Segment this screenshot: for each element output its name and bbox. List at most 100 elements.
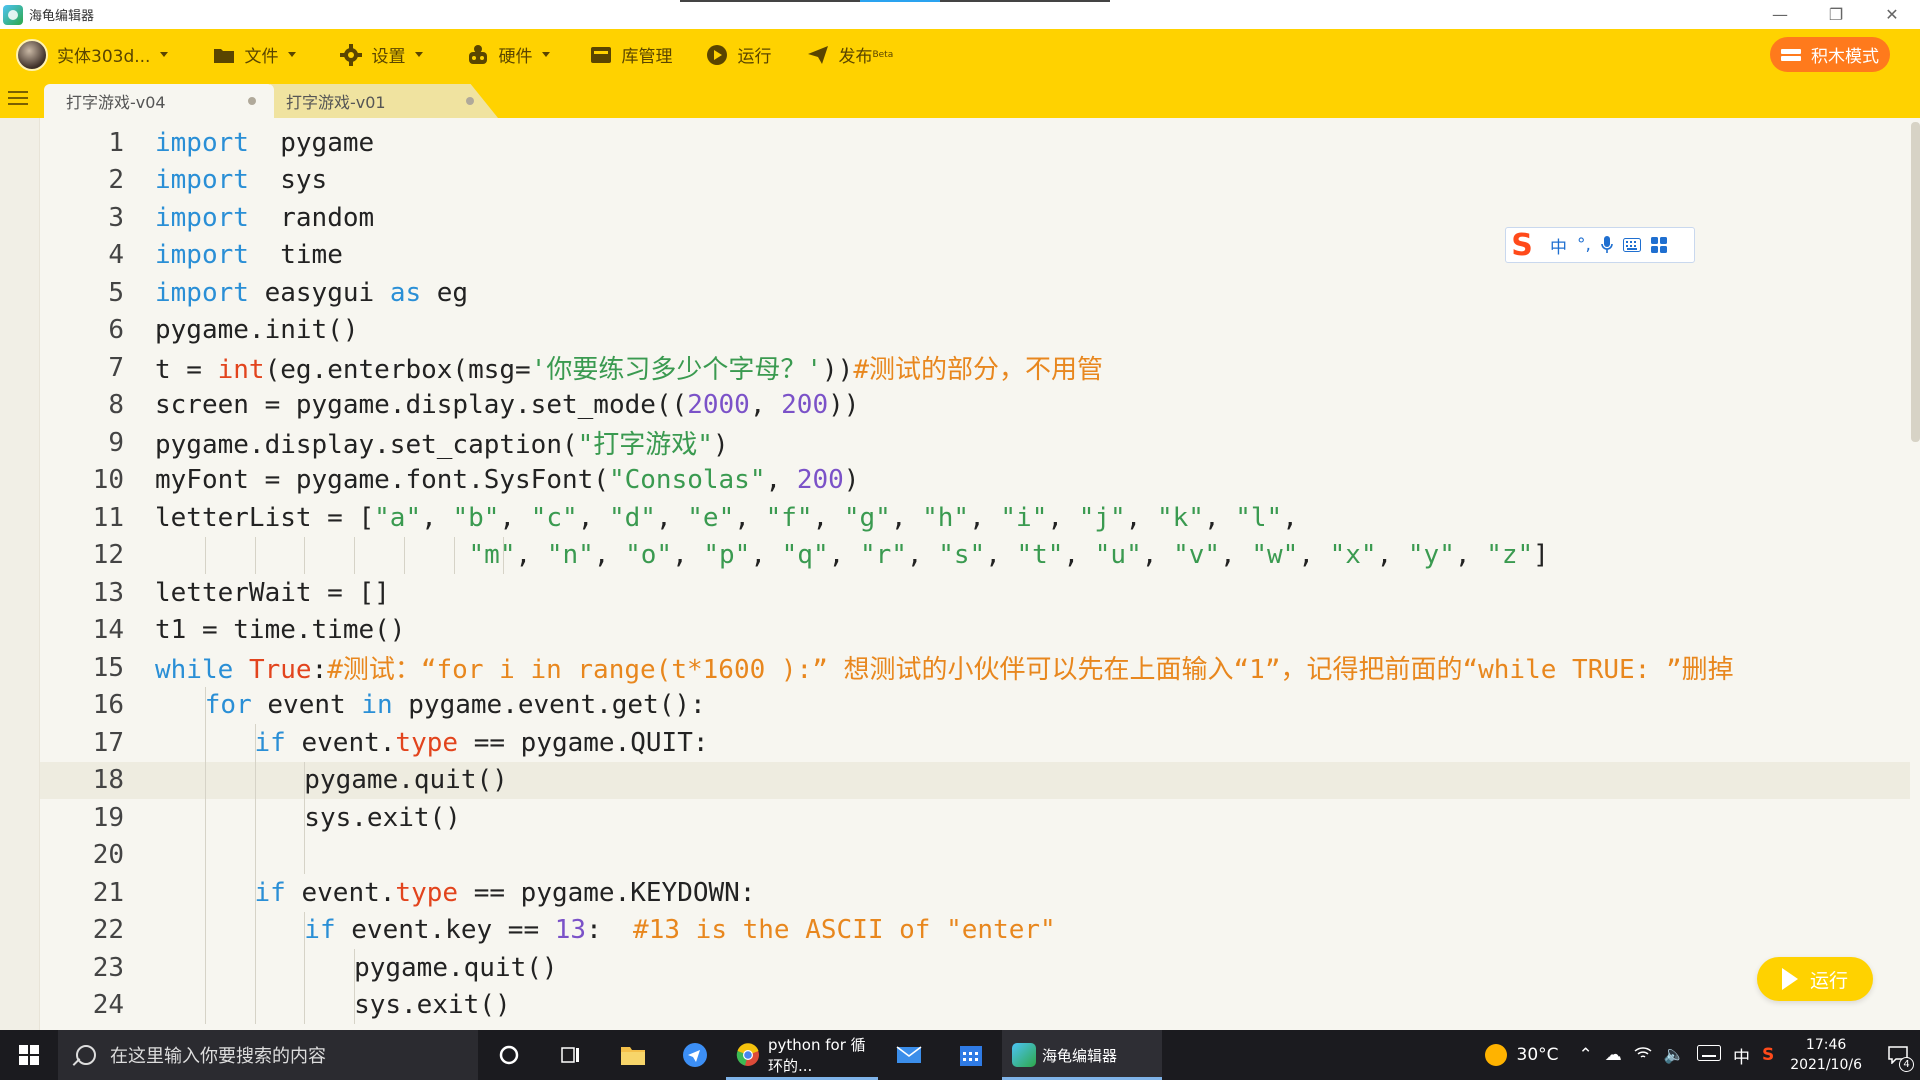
close-button[interactable]: ✕	[1864, 0, 1920, 29]
code-token: type	[395, 727, 459, 758]
file-explorer-icon[interactable]	[602, 1030, 664, 1080]
clock[interactable]: 17:46 2021/10/6	[1790, 1035, 1862, 1075]
code-token: ))	[828, 390, 860, 421]
taskbar-chrome[interactable]: python for 循环的...	[726, 1030, 878, 1080]
ime-toolbar[interactable]: S 中 °,	[1505, 227, 1695, 263]
code-line[interactable]: 1 import pygame	[40, 124, 1910, 162]
code-token: "f"	[765, 502, 813, 533]
project-menu[interactable]: 实体303d...	[0, 29, 169, 80]
code-token: 200	[781, 390, 829, 421]
beta-badge: Beta	[872, 49, 894, 60]
sogou-tray-icon[interactable]: S	[1762, 1045, 1774, 1065]
sidebar-toggle-icon[interactable]	[8, 91, 28, 107]
library-manager-button[interactable]: 库管理	[590, 29, 672, 80]
code-token: for	[204, 690, 252, 721]
code-token: )	[843, 465, 860, 496]
chevron-down-icon	[288, 52, 297, 57]
vertical-scrollbar[interactable]	[1911, 122, 1920, 442]
code-token: event.key ==	[335, 915, 555, 946]
blocks-mode-button[interactable]: 积木模式	[1770, 37, 1890, 72]
hardware-menu[interactable]: 硬件	[467, 29, 551, 80]
file-menu[interactable]: 文件	[213, 29, 297, 80]
run-toolbar-button[interactable]: 运行	[706, 29, 771, 80]
code-token: pygame.quit()	[354, 952, 558, 983]
tab-file-v04[interactable]: 打字游戏-v04	[44, 84, 274, 118]
line-number: 7	[108, 352, 124, 383]
code-token: import	[155, 165, 249, 196]
restore-button[interactable]: ❐	[1808, 0, 1864, 29]
ime-toolbox-icon[interactable]	[1650, 237, 1667, 253]
taskbar-turtle-editor[interactable]: 海龟编辑器	[1002, 1030, 1162, 1080]
publish-button[interactable]: 发布 Beta	[807, 29, 893, 80]
code-token: in	[361, 690, 393, 721]
mail-icon[interactable]	[878, 1030, 940, 1080]
volume-muted-icon[interactable]: 🔈	[1664, 1045, 1685, 1065]
code-token: as	[389, 277, 422, 308]
task-view-icon[interactable]	[540, 1030, 602, 1080]
settings-menu[interactable]: 设置	[340, 29, 424, 80]
code-token: "p"	[703, 540, 751, 571]
ime-indicator[interactable]: 中	[1733, 1043, 1750, 1068]
code-line[interactable]: 13 letterWait = []	[40, 574, 1910, 612]
code-line[interactable]: 11 letterList = ["a", "b", "c", "d", "e",…	[40, 499, 1910, 537]
turtle-editor-icon	[1012, 1043, 1036, 1067]
indent-guide	[204, 986, 206, 1024]
ime-punctuation-toggle[interactable]: °,	[1577, 235, 1591, 255]
code-text: myFont = pygame.font.SysFont("Consolas",…	[155, 465, 859, 495]
keyboard-icon[interactable]	[1622, 238, 1641, 252]
code-line[interactable]: 16 for event in pygame.event.get():	[40, 686, 1910, 724]
avatar	[16, 38, 48, 71]
code-text: letterList = ["a", "b", "c", "d", "e", "…	[155, 503, 1298, 533]
code-line[interactable]: 6 pygame.init()	[40, 312, 1910, 350]
code-token: ,	[749, 390, 782, 421]
code-token: ,	[421, 502, 453, 533]
minimize-button[interactable]: —	[1752, 0, 1808, 29]
code-line[interactable]: 18 pygame.quit()	[40, 761, 1910, 799]
weather-temp[interactable]: 30°C	[1517, 1045, 1559, 1065]
chevron-up-icon[interactable]: ⌃	[1579, 1045, 1593, 1065]
run-button[interactable]: 运行	[1757, 957, 1873, 1001]
code-line[interactable]: 15 while True:#测试：“for i in range(t*1600 …	[40, 649, 1910, 687]
weather-icon[interactable]	[1484, 1044, 1507, 1066]
code-line[interactable]: 21 if event.type == pygame.KEYDOWN:	[40, 874, 1910, 912]
onedrive-cloud-icon[interactable]: ☁	[1605, 1045, 1622, 1065]
code-line[interactable]: 7 t = int(eg.enterbox(msg='你要练习多少个字母？'))#…	[40, 349, 1910, 387]
code-token: if	[304, 915, 336, 946]
code-line[interactable]: 17 if event.type == pygame.QUIT:	[40, 724, 1910, 762]
wifi-icon[interactable]	[1634, 1045, 1652, 1065]
file-menu-label: 文件	[244, 47, 279, 67]
calendar-icon[interactable]	[940, 1030, 1002, 1080]
tab-file-v01[interactable]: 打字游戏-v01	[270, 84, 498, 118]
code-line[interactable]: 12 "m", "n", "o", "p", "q", "r", "s", "t"…	[40, 536, 1910, 574]
code-line[interactable]: 20	[40, 836, 1910, 874]
code-line[interactable]: 8 screen = pygame.display.set_mode((2000,…	[40, 387, 1910, 425]
code-line[interactable]: 24 sys.exit()	[40, 986, 1910, 1024]
code-line[interactable]: 5 import easygui as eg	[40, 274, 1910, 312]
microphone-icon[interactable]	[1601, 236, 1613, 254]
code-line[interactable]: 23 pygame.quit()	[40, 949, 1910, 987]
indent-guide	[254, 949, 256, 987]
line-number: 14	[92, 615, 124, 646]
code-line[interactable]: 22 if event.key == 13: #13 is the ASCII o…	[40, 911, 1910, 949]
cortana-icon[interactable]	[478, 1030, 540, 1080]
notification-icon[interactable]: 4	[1876, 1030, 1920, 1080]
code-token: "c"	[530, 502, 578, 533]
taskbar-search-box[interactable]: 在这里输入你要搜索的内容	[58, 1030, 478, 1080]
editor-tabs: 打字游戏-v01 打字游戏-v04	[0, 80, 1920, 118]
project-name: 实体303d...	[57, 47, 151, 67]
code-token: time	[248, 240, 343, 271]
code-token: ,	[655, 502, 688, 533]
windows-start-icon[interactable]	[0, 1030, 58, 1080]
keyboard-icon[interactable]	[1696, 1044, 1721, 1066]
library-manager-label: 库管理	[621, 47, 673, 67]
code-token: ,	[1063, 540, 1095, 571]
code-line[interactable]: 2 import sys	[40, 162, 1910, 200]
feishu-icon[interactable]	[664, 1030, 726, 1080]
code-line[interactable]: 14 t1 = time.time()	[40, 612, 1910, 650]
code-line[interactable]: 19 sys.exit()	[40, 799, 1910, 837]
code-line[interactable]: 9 pygame.display.set_caption("打字游戏")	[40, 424, 1910, 462]
ime-mode-toggle[interactable]: 中	[1550, 233, 1567, 258]
code-line[interactable]: 10 myFont = pygame.font.SysFont("Consolas…	[40, 462, 1910, 500]
code-token: "z"	[1486, 540, 1534, 571]
